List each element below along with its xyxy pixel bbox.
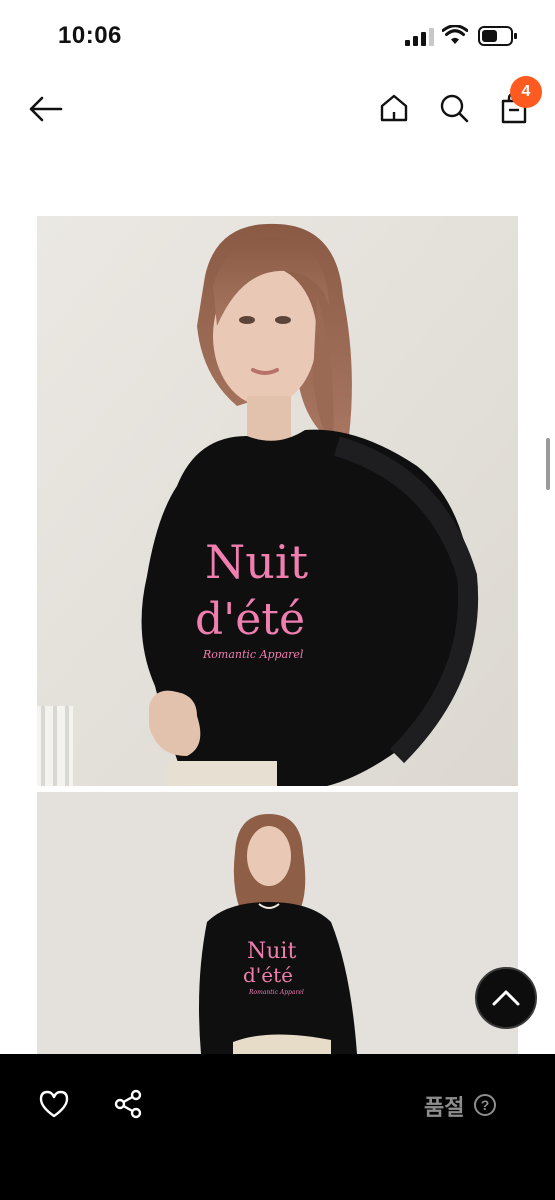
chevron-up-icon	[492, 990, 520, 1006]
status-time: 10:06	[58, 22, 122, 49]
shirt-print-brand: Romantic Apparel	[202, 648, 304, 661]
shirt-print-small-line2: d'été	[243, 963, 293, 987]
product-photo-closeup: Nuit d'été Romantic Apparel	[37, 216, 518, 786]
back-button[interactable]	[24, 88, 66, 130]
like-button[interactable]	[36, 1086, 72, 1122]
cart-count-badge: 4	[510, 76, 542, 108]
shirt-print-line1: Nuit	[205, 535, 309, 589]
share-icon	[114, 1089, 142, 1119]
search-icon	[440, 94, 469, 123]
search-button[interactable]	[436, 90, 472, 126]
bottom-action-bar: 품절 ?	[0, 1054, 555, 1200]
product-image-1[interactable]: Nuit d'été Romantic Apparel	[37, 216, 518, 786]
status-bar: 10:06	[0, 0, 555, 70]
app-header	[0, 70, 555, 150]
product-photo-full: Nuit d'été Romantic Apparel	[37, 792, 518, 1054]
product-image-2[interactable]: Nuit d'été Romantic Apparel	[37, 792, 518, 1054]
heart-icon	[39, 1090, 69, 1118]
home-icon	[380, 94, 408, 122]
wifi-icon	[442, 25, 468, 44]
cellular-signal-icon	[405, 28, 434, 46]
shirt-print-small-line1: Nuit	[247, 939, 296, 964]
scroll-to-top-button[interactable]	[475, 967, 537, 1029]
battery-icon	[478, 26, 517, 46]
shirt-print-line2: d'été	[195, 594, 305, 645]
sold-out-label: 품절	[424, 1096, 465, 1121]
share-button[interactable]	[110, 1086, 146, 1122]
scrollbar-thumb[interactable]	[546, 438, 550, 490]
help-icon[interactable]: ?	[474, 1094, 496, 1116]
home-button[interactable]	[376, 90, 412, 126]
shirt-print-small-brand: Romantic Apparel	[248, 989, 304, 996]
back-arrow-icon	[29, 96, 63, 122]
